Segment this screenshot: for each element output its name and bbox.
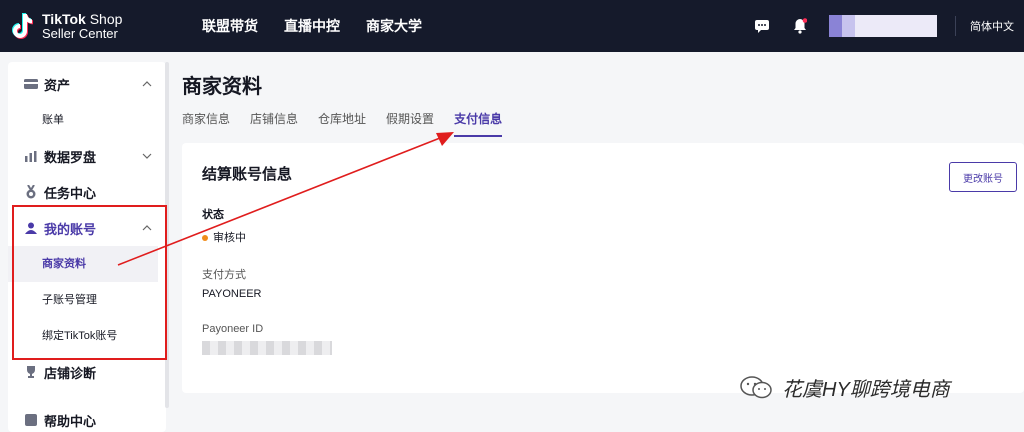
sidebar: 资产 账单 数据罗盘 任务中心 我的账号 商家资料 子账号管理 绑定TikTok…: [8, 62, 166, 432]
page-title: 商家资料: [182, 76, 262, 98]
sidebar-item-bind-tiktok[interactable]: 绑定TikTok账号: [8, 318, 166, 354]
logo-brand: TikTok: [42, 10, 86, 27]
language-selector[interactable]: 简体中文: [970, 18, 1014, 34]
sidebar-item-sub-accounts[interactable]: 子账号管理: [8, 282, 166, 318]
payment-method-value: PAYONEER: [202, 288, 262, 300]
notification-bell-icon[interactable]: [791, 17, 809, 35]
account-avatar[interactable]: [829, 15, 937, 37]
message-icon[interactable]: [753, 17, 771, 35]
topnav-live-control[interactable]: 直播中控: [284, 16, 340, 36]
sidebar-group-assets[interactable]: 资产: [8, 66, 166, 102]
chevron-up-icon: [140, 221, 154, 235]
card-title: 结算账号信息: [202, 166, 293, 183]
tiktok-logo-icon: [10, 12, 34, 40]
settlement-account-card: 结算账号信息 更改账号 状态 审核中 支付方式 PAYONEER Payonee…: [182, 143, 1024, 393]
top-nav: 联盟带货 直播中控 商家大学: [202, 16, 448, 36]
topnav-seller-university[interactable]: 商家大学: [366, 16, 422, 36]
chevron-up-icon: [140, 77, 154, 91]
change-account-button[interactable]: 更改账号: [949, 162, 1017, 192]
payoneer-id-value-redacted: [202, 341, 332, 355]
sidebar-group-shop-diagnosis[interactable]: 店铺诊断: [8, 354, 166, 390]
status-value: 审核中: [202, 229, 246, 245]
chevron-down-icon: [140, 149, 154, 163]
sidebar-group-task-center[interactable]: 任务中心: [8, 174, 166, 210]
sidebar-item-bills[interactable]: 账单: [8, 102, 166, 138]
top-bar: TikTok Shop Seller Center 联盟带货 直播中控 商家大学…: [0, 0, 1024, 52]
profile-tabs: 商家信息 店铺信息 仓库地址 假期设置 支付信息: [182, 110, 522, 137]
help-icon: [24, 413, 38, 427]
watermark: 花虞HY聊跨境电商: [740, 373, 950, 402]
tab-merchant-info[interactable]: 商家信息: [182, 110, 230, 137]
payment-method-label: 支付方式: [202, 269, 246, 281]
topnav-affiliate[interactable]: 联盟带货: [202, 16, 258, 36]
user-icon: [24, 221, 38, 235]
tiktok-shop-logo[interactable]: TikTok Shop Seller Center: [0, 0, 190, 52]
sidebar-item-merchant-profile[interactable]: 商家资料: [8, 246, 158, 282]
tab-holiday-settings[interactable]: 假期设置: [386, 110, 434, 137]
medal-icon: [24, 185, 38, 199]
status-label: 状态: [202, 209, 224, 221]
wechat-icon: [740, 375, 774, 400]
tab-warehouse-address[interactable]: 仓库地址: [318, 110, 366, 137]
bar-chart-icon: [24, 149, 38, 163]
logo-shop: Shop: [89, 10, 123, 27]
payoneer-id-label: Payoneer ID: [202, 323, 264, 335]
logo-subtitle: Seller Center: [42, 25, 118, 41]
sidebar-group-my-account[interactable]: 我的账号: [8, 210, 166, 246]
tab-shop-info[interactable]: 店铺信息: [250, 110, 298, 137]
trophy-icon: [24, 365, 38, 379]
tab-payment-info[interactable]: 支付信息: [454, 110, 503, 137]
wallet-icon: [24, 77, 38, 91]
header-divider: [955, 16, 956, 36]
sidebar-group-help-center[interactable]: 帮助中心: [8, 402, 166, 432]
status-dot: [202, 235, 208, 242]
sidebar-group-data-compass[interactable]: 数据罗盘: [8, 138, 166, 174]
sidebar-scrollbar[interactable]: [165, 62, 169, 408]
